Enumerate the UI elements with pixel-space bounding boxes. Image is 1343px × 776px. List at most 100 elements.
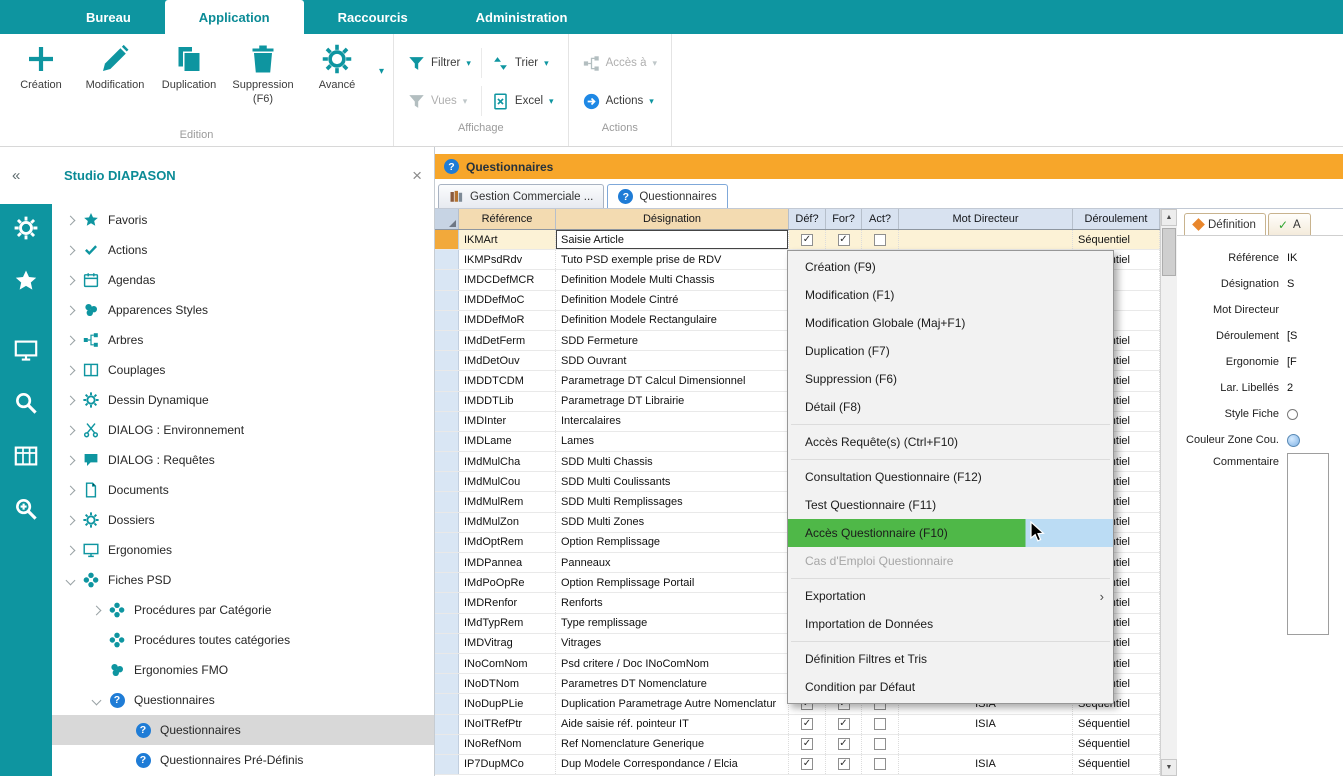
menu-item-suppression-f6[interactable]: Suppression (F6) (788, 365, 1113, 393)
collapse-sidebar-button[interactable]: « (12, 167, 52, 184)
row-marker[interactable] (435, 230, 459, 249)
expand-chevron-icon[interactable] (60, 277, 80, 284)
vues-button[interactable]: Vues▾ (398, 86, 481, 116)
rail-monitor-button[interactable] (14, 338, 38, 367)
tree-item-questionnaires[interactable]: Questionnaires (52, 715, 434, 745)
row-marker[interactable] (435, 694, 459, 713)
menu-item-test-questionnaire-f11[interactable]: Test Questionnaire (F11) (788, 491, 1113, 519)
row-marker[interactable] (435, 270, 459, 289)
avance-dropdown[interactable]: ▾ (374, 36, 389, 106)
row-marker[interactable] (435, 452, 459, 471)
row-marker[interactable] (435, 250, 459, 269)
checkbox[interactable] (801, 718, 813, 730)
expand-chevron-icon[interactable] (60, 427, 80, 434)
row-marker[interactable] (435, 331, 459, 350)
dropdown-arrow-icon[interactable]: ▾ (653, 58, 658, 69)
tree-item-ergonomies-fmo[interactable]: Ergonomies FMO (52, 655, 434, 685)
checkbox[interactable] (801, 738, 813, 750)
commentaire-textarea[interactable] (1287, 453, 1329, 635)
tree-item-ergonomies[interactable]: Ergonomies (52, 535, 434, 565)
rail-grid-button[interactable] (14, 444, 38, 473)
checkbox[interactable] (801, 758, 813, 770)
dropdown-arrow-icon[interactable]: ▾ (649, 96, 654, 107)
menu-item-definition-filtres-et-tris[interactable]: Définition Filtres et Tris (788, 645, 1113, 673)
row-marker[interactable] (435, 472, 459, 491)
tree-item-procedures-par-categorie[interactable]: Procédures par Catégorie (52, 595, 434, 625)
actions-button[interactable]: Actions▾ (573, 86, 667, 116)
row-marker[interactable] (435, 634, 459, 653)
doc-tab-questionnaires[interactable]: Questionnaires (607, 184, 727, 208)
tree-item-procedures-toutes-categories[interactable]: Procédures toutes catégories (52, 625, 434, 655)
row-marker[interactable] (435, 533, 459, 552)
acces-a-button[interactable]: Accès à▾ (573, 48, 667, 78)
menu-item-duplication-f7[interactable]: Duplication (F7) (788, 337, 1113, 365)
expand-chevron-icon[interactable] (86, 607, 106, 614)
trier-button[interactable]: Trier▾ (481, 48, 564, 78)
menu-item-acces-requete-s-ctrl-f10[interactable]: Accès Requête(s) (Ctrl+F10) (788, 428, 1113, 456)
checkbox[interactable] (838, 234, 850, 246)
table-row-INoRefNom[interactable]: INoRefNomRef Nomenclature GeneriqueSéque… (435, 735, 1160, 755)
menu-item-consultation-questionnaire-f12[interactable]: Consultation Questionnaire (F12) (788, 463, 1113, 491)
dropdown-arrow-icon[interactable]: ▾ (466, 58, 471, 69)
dropdown-arrow-icon[interactable]: ▾ (549, 96, 554, 107)
rail-searchplus-button[interactable] (14, 497, 38, 526)
expand-chevron-icon[interactable] (60, 487, 80, 494)
table-row-IKMArt[interactable]: IKMArtSaisie ArticleSéquentiel (435, 230, 1160, 250)
menu-item-cas-d-emploi-questionnaire[interactable]: Cas d'Emploi Questionnaire (788, 547, 1113, 575)
row-marker[interactable] (435, 755, 459, 774)
doc-tab-gestion-commerciale[interactable]: Gestion Commerciale ... (438, 184, 604, 208)
row-marker[interactable] (435, 432, 459, 451)
tree-item-apparences-styles[interactable]: Apparences Styles (52, 295, 434, 325)
column-header-deroulement[interactable]: Déroulement (1073, 209, 1160, 229)
table-row-INoITRefPtr[interactable]: INoITRefPtrAide saisie réf. pointeur ITI… (435, 715, 1160, 735)
row-marker[interactable] (435, 593, 459, 612)
row-marker[interactable] (435, 412, 459, 431)
vertical-scrollbar[interactable]: ▲ ▼ (1160, 209, 1177, 776)
duplication-button[interactable]: Duplication (152, 36, 226, 93)
suppression-button[interactable]: Suppression(F6) (226, 36, 300, 107)
menu-item-importation-de-donnees[interactable]: Importation de Données (788, 610, 1113, 638)
menu-tab-bureau[interactable]: Bureau (52, 0, 165, 34)
checkbox[interactable] (874, 738, 886, 750)
menu-tab-raccourcis[interactable]: Raccourcis (304, 0, 442, 34)
expand-chevron-icon[interactable] (60, 457, 80, 464)
column-header-def[interactable]: Déf? (789, 209, 826, 229)
checkbox[interactable] (874, 234, 886, 246)
tree-item-agendas[interactable]: Agendas (52, 265, 434, 295)
menu-item-exportation[interactable]: Exportation› (788, 582, 1113, 610)
column-header-reference[interactable]: Référence (459, 209, 556, 229)
rail-star-button[interactable] (14, 269, 38, 298)
row-marker[interactable] (435, 674, 459, 693)
creation-button[interactable]: Création (4, 36, 78, 93)
tree-item-dessin-dynamique[interactable]: Dessin Dynamique (52, 385, 434, 415)
checkbox[interactable] (838, 738, 850, 750)
avance-button[interactable]: Avancé (300, 36, 374, 93)
table-row-IP7DupMCo[interactable]: IP7DupMCoDup Modele Correspondance / Elc… (435, 755, 1160, 775)
column-header-marker[interactable] (435, 209, 459, 229)
tree-item-dialog-requetes[interactable]: DIALOG : Requêtes (52, 445, 434, 475)
column-header-for[interactable]: For? (826, 209, 862, 229)
menu-item-creation-f9[interactable]: Création (F9) (788, 253, 1113, 281)
checkbox[interactable] (838, 718, 850, 730)
collapse-chevron-icon[interactable] (86, 697, 106, 704)
row-marker[interactable] (435, 492, 459, 511)
expand-chevron-icon[interactable] (60, 247, 80, 254)
row-marker[interactable] (435, 715, 459, 734)
excel-button[interactable]: Excel▾ (481, 86, 564, 116)
menu-item-modification-f1[interactable]: Modification (F1) (788, 281, 1113, 309)
scroll-up-button[interactable]: ▲ (1161, 209, 1177, 226)
expand-chevron-icon[interactable] (60, 547, 80, 554)
menu-item-acces-questionnaire-f10[interactable]: Accès Questionnaire (F10) (788, 519, 1113, 547)
dropdown-arrow-icon[interactable]: ▾ (463, 96, 468, 107)
row-marker[interactable] (435, 553, 459, 572)
dropdown-arrow-icon[interactable]: ▾ (544, 58, 549, 69)
expand-chevron-icon[interactable] (60, 337, 80, 344)
close-sidebar-button[interactable]: × (412, 166, 422, 186)
style-fiche-radio[interactable] (1287, 409, 1298, 420)
checkbox[interactable] (838, 758, 850, 770)
menu-tab-administration[interactable]: Administration (442, 0, 602, 34)
row-marker[interactable] (435, 291, 459, 310)
menu-item-detail-f8[interactable]: Détail (F8) (788, 393, 1113, 421)
tree-item-documents[interactable]: Documents (52, 475, 434, 505)
tree-item-questionnaires[interactable]: Questionnaires (52, 685, 434, 715)
